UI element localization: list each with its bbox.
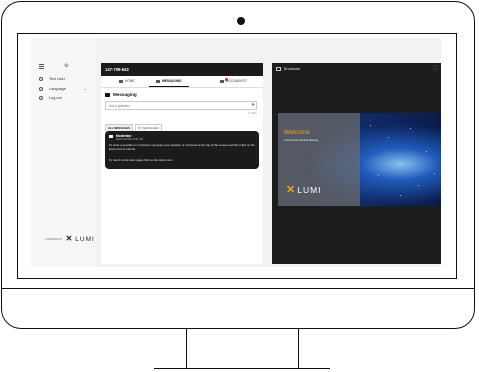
logout-icon: [39, 96, 43, 100]
messaging-icon: [156, 79, 160, 83]
messaging-panel: 147-708-643 HOME MESSAGING DOCUMENTS Mes…: [101, 63, 263, 264]
char-count: 0 / 4000: [248, 112, 257, 115]
notification-dot: [225, 78, 228, 81]
chevron-down-icon: ⌄: [83, 87, 87, 91]
star: [410, 128, 412, 130]
home-icon: [119, 79, 123, 83]
lumi-wordmark: LUMI: [75, 235, 95, 243]
tab-label: HOME: [125, 79, 135, 83]
tab-label: MESSAGING: [162, 79, 182, 83]
star: [378, 175, 380, 177]
star: [400, 195, 402, 197]
tab-home[interactable]: HOME: [119, 79, 135, 83]
stand-neck-left: [186, 329, 187, 369]
lumi-x-icon: ✕: [65, 234, 73, 243]
section-title: Messaging: [105, 92, 137, 97]
broadcast-panel: Broadcast ⛶ Welcome Lumi Annual General …: [272, 63, 441, 264]
sidebar-item-label: Log out: [49, 96, 62, 100]
welcome-title: Welcome: [284, 129, 310, 136]
broadcast-icon: [276, 67, 281, 71]
stand-neck-right: [298, 329, 299, 369]
welcome-subtitle: Lumi Annual General Meeting: [284, 139, 319, 142]
messaging-icon: [105, 92, 110, 97]
sidebar-item-label: Language: [49, 87, 66, 91]
lumi-wordmark: LUMI: [297, 185, 322, 196]
sidebar-item-language[interactable]: Language ⌄: [39, 87, 87, 91]
settings-icon[interactable]: ⚙: [64, 63, 68, 69]
message-body: To enter a question or comment, compose …: [109, 143, 255, 151]
star: [426, 151, 428, 153]
user-icon: [39, 77, 43, 81]
monitor-chin: [1, 288, 475, 289]
tab-label: DOCUMENTS: [226, 79, 247, 83]
webcam-icon: [237, 17, 245, 25]
tab-messaging[interactable]: MESSAGING: [156, 79, 181, 83]
lumi-x-icon: ✕: [286, 184, 296, 196]
stand-base: [154, 368, 330, 369]
app-screen: ⚙ Text User Language ⌄ Log out POWERED B…: [31, 38, 441, 267]
powered-by-label: POWERED BY: [45, 237, 63, 241]
sidebar-item-label: Text User: [49, 77, 66, 81]
send-icon[interactable]: ➤: [251, 103, 255, 108]
message-body: To return to the main page click on the …: [109, 158, 174, 162]
menu-icon[interactable]: [39, 64, 44, 70]
meeting-id: 147-708-643: [105, 67, 129, 72]
active-tab-indicator: [149, 86, 189, 87]
sidebar-item-user[interactable]: Text User: [39, 77, 65, 81]
sidebar: ⚙ Text User Language ⌄ Log out POWERED B…: [31, 38, 95, 267]
star: [418, 185, 420, 187]
question-input[interactable]: [105, 101, 257, 110]
section-title-text: Messaging: [113, 92, 137, 97]
star: [388, 137, 390, 139]
broadcast-title: Broadcast: [284, 67, 301, 71]
tab-documents[interactable]: DOCUMENTS: [220, 79, 247, 83]
message-icon: [109, 135, 113, 138]
star: [370, 125, 372, 127]
message-time: March 20 2023 10:07 AM: [116, 138, 143, 141]
video-player[interactable]: Welcome Lumi Annual General Meeting ✕ LU…: [278, 113, 441, 206]
documents-icon: [220, 79, 224, 83]
message-card: Moderator March 20 2023 10:07 AM To ente…: [105, 131, 259, 169]
video-lumi-logo: ✕ LUMI: [286, 185, 322, 196]
broadcast-header: Broadcast ⛶: [272, 63, 441, 75]
globe-icon: [39, 87, 43, 91]
welcome-overlay: Welcome Lumi Annual General Meeting ✕ LU…: [278, 113, 360, 206]
sidebar-item-logout[interactable]: Log out: [39, 96, 62, 100]
expand-icon[interactable]: ⛶: [434, 65, 437, 71]
powered-by-lumi: POWERED BY ✕ LUMI: [45, 235, 95, 243]
meeting-header: 147-708-643: [101, 63, 263, 76]
star: [434, 173, 436, 175]
